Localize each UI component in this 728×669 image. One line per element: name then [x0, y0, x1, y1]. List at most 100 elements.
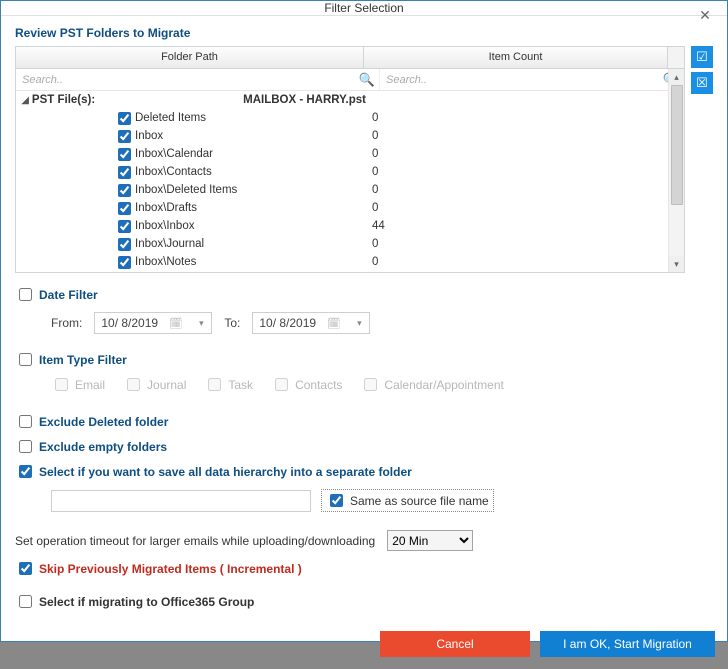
exclude-deleted-checkbox[interactable]	[19, 415, 32, 428]
col-header-item-count[interactable]: Item Count	[364, 47, 668, 68]
table-row[interactable]: Inbox\Notes 0	[16, 253, 668, 271]
table-row[interactable]: Inbox\Inbox44	[16, 217, 668, 235]
exclude-empty-checkbox[interactable]	[19, 440, 32, 453]
start-migration-button[interactable]: I am OK, Start Migration	[540, 631, 715, 657]
timeout-select[interactable]: 20 Min	[387, 530, 473, 551]
same-source-wrap[interactable]: Same as source file name	[321, 489, 494, 512]
calendar-icon: 🗓	[327, 317, 341, 330]
collapse-icon[interactable]: ◢	[21, 95, 30, 106]
to-datepicker[interactable]: 10/ 8/2019 🗓 ▾	[252, 312, 370, 334]
date-filter-checkline[interactable]: Date Filter	[15, 285, 713, 304]
cancel-button[interactable]: Cancel	[380, 631, 530, 657]
folder-checkbox[interactable]	[118, 202, 131, 215]
date-filter-row: Date Filter From: 10/ 8/2019 🗓 ▾ To: 10/…	[15, 285, 713, 338]
folder-checkbox[interactable]	[118, 112, 131, 125]
grid-wrap: Folder Path Item Count 🔍 🔍	[15, 46, 713, 273]
pst-root-suffix: MAILBOX - HARRY.pst	[243, 94, 366, 106]
type-contacts[interactable]: Contacts	[271, 375, 342, 394]
skip-migrated-checkline[interactable]: Skip Previously Migrated Items ( Increme…	[15, 559, 713, 578]
side-buttons: ☑ ☒	[691, 46, 713, 273]
folder-name: Inbox\Journal	[135, 238, 204, 250]
item-count: 0	[366, 256, 668, 268]
search-icon[interactable]: 🔍	[359, 72, 375, 88]
skip-migrated-checkbox[interactable]	[19, 562, 32, 575]
exclude-deleted-checkline[interactable]: Exclude Deleted folder	[15, 412, 713, 431]
date-filter-label: Date Filter	[39, 288, 98, 302]
folder-checkbox[interactable]	[118, 148, 131, 161]
folder-checkbox[interactable]	[118, 166, 131, 179]
same-source-checkbox[interactable]	[330, 494, 343, 507]
dialog-window: Filter Selection ✕ Review PST Folders to…	[0, 0, 728, 642]
folder-name: Deleted Items	[135, 112, 206, 124]
type-task[interactable]: Task	[204, 375, 253, 394]
calendar-icon: 🗓	[169, 317, 183, 330]
folder-checkbox[interactable]	[118, 256, 131, 269]
exclude-empty-checkline[interactable]: Exclude empty folders	[15, 437, 713, 456]
close-icon: ✕	[699, 7, 711, 24]
folder-name: Inbox	[135, 130, 163, 142]
timeout-label: Set operation timeout for larger emails …	[15, 534, 375, 548]
titlebar: Filter Selection ✕	[1, 1, 727, 16]
save-hierarchy-checkbox[interactable]	[19, 465, 32, 478]
scroll-up-icon[interactable]: ▴	[669, 69, 685, 85]
tree-root-row[interactable]: ◢ PST File(s): MAILBOX - HARRY.pst	[16, 91, 668, 109]
table-row[interactable]: Inbox\Deleted Items0	[16, 181, 668, 199]
item-count: 0	[366, 112, 668, 124]
item-count: 0	[366, 238, 668, 250]
type-journal[interactable]: Journal	[123, 375, 186, 394]
o365-group-label: Select if migrating to Office365 Group	[39, 595, 254, 609]
footer: Cancel I am OK, Start Migration	[1, 623, 727, 669]
type-calendar[interactable]: Calendar/Appointment	[360, 375, 503, 394]
vertical-scrollbar[interactable]: ▴ ▾	[668, 69, 684, 272]
separate-folder-input[interactable]	[51, 490, 311, 512]
folder-checkbox[interactable]	[118, 130, 131, 143]
o365-group-checkbox[interactable]	[19, 595, 32, 608]
table-row[interactable]: Inbox\Journal 0	[16, 235, 668, 253]
item-type-filter-label: Item Type Filter	[39, 353, 127, 367]
search-count-input[interactable]	[384, 73, 659, 87]
folder-checkbox[interactable]	[118, 220, 131, 233]
folder-name: Inbox\Inbox	[135, 220, 194, 232]
item-count: 0	[366, 148, 668, 160]
o365-group-checkline[interactable]: Select if migrating to Office365 Group	[15, 592, 713, 611]
table-row[interactable]: Inbox\Contacts0	[16, 163, 668, 181]
save-hierarchy-label: Select if you want to save all data hier…	[39, 465, 412, 479]
item-types-row: Email Journal Task Contacts Calendar/App…	[51, 375, 713, 394]
from-date-value: 10/ 8/2019	[101, 316, 158, 330]
folder-name: Inbox\Deleted Items	[135, 184, 237, 196]
save-hierarchy-checkline[interactable]: Select if you want to save all data hier…	[15, 462, 713, 481]
scroll-down-icon[interactable]: ▾	[669, 256, 685, 272]
type-email[interactable]: Email	[51, 375, 105, 394]
table-row[interactable]: Inbox0	[16, 127, 668, 145]
separate-folder-row: Same as source file name	[51, 489, 713, 512]
folder-checkbox[interactable]	[118, 184, 131, 197]
col-header-folder-path[interactable]: Folder Path	[16, 47, 364, 68]
scroll-thumb[interactable]	[671, 85, 683, 205]
search-path-input[interactable]	[20, 73, 355, 87]
content-area: Review PST Folders to Migrate Folder Pat…	[1, 16, 727, 623]
table-row[interactable]: Inbox\Calendar 0	[16, 145, 668, 163]
from-datepicker[interactable]: 10/ 8/2019 🗓 ▾	[94, 312, 212, 334]
table-row[interactable]: Inbox\Drafts 0	[16, 199, 668, 217]
type-email-checkbox	[55, 378, 68, 391]
clear-all-icon: ☒	[696, 75, 708, 91]
table-row[interactable]: Deleted Items 0	[16, 109, 668, 127]
select-all-button[interactable]: ☑	[691, 46, 713, 68]
folder-name: Inbox\Drafts	[135, 202, 197, 214]
date-range-row: From: 10/ 8/2019 🗓 ▾ To: 10/ 8/2019 🗓 ▾	[51, 312, 713, 334]
item-type-filter-checkbox[interactable]	[19, 353, 32, 366]
folder-name: Inbox\Notes	[135, 256, 196, 268]
chevron-down-icon: ▾	[351, 318, 367, 329]
folder-checkbox[interactable]	[118, 238, 131, 251]
scroll-track[interactable]	[669, 85, 685, 256]
close-button[interactable]: ✕	[683, 1, 727, 30]
section-title: Review PST Folders to Migrate	[15, 26, 713, 40]
item-count: 0	[366, 202, 668, 214]
clear-all-button[interactable]: ☒	[691, 72, 713, 94]
date-filter-checkbox[interactable]	[19, 288, 32, 301]
item-type-filter-checkline[interactable]: Item Type Filter	[15, 350, 713, 369]
check-all-icon: ☑	[696, 49, 708, 65]
folder-name: Inbox\Calendar	[135, 148, 213, 160]
type-task-checkbox	[208, 378, 221, 391]
tree-area: ◢ PST File(s): MAILBOX - HARRY.pst Delet…	[16, 91, 668, 272]
